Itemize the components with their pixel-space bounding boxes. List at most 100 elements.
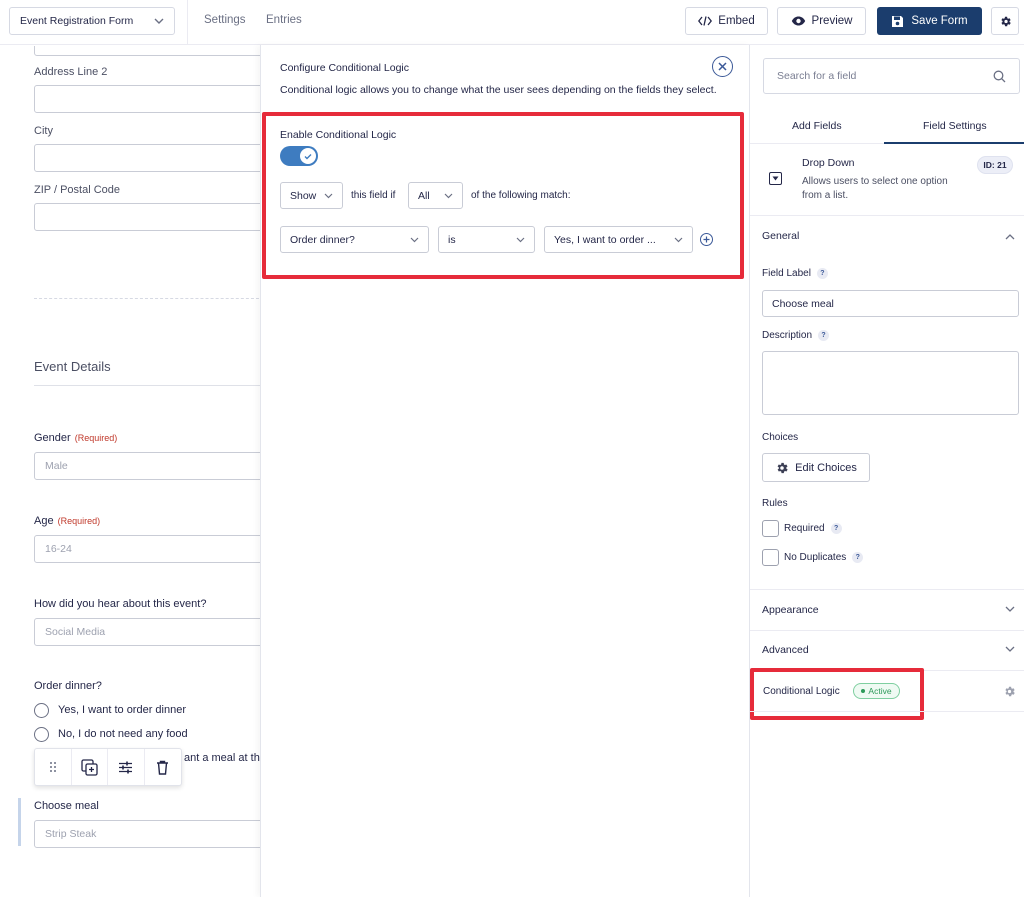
field-type-title: Drop Down: [802, 157, 855, 169]
dinner-label: Order dinner?: [34, 680, 102, 692]
trash-icon[interactable]: [145, 749, 181, 785]
active-tab-indicator: [884, 142, 1024, 144]
rule-field-select[interactable]: Order dinner?: [280, 226, 429, 253]
field-id-badge: ID: 21: [977, 156, 1013, 174]
field-label-input[interactable]: Choose meal: [762, 290, 1019, 317]
add-rule-icon[interactable]: [700, 233, 713, 246]
save-form-button[interactable]: Save Form: [877, 7, 982, 35]
embed-label: Embed: [718, 15, 755, 27]
duplicate-icon[interactable]: [72, 749, 108, 785]
chevron-down-icon: [324, 193, 333, 198]
hear-select[interactable]: Social Media: [34, 618, 260, 646]
appearance-section-title[interactable]: Appearance: [762, 604, 819, 616]
chevron-down-icon[interactable]: [1005, 606, 1015, 613]
radio-no[interactable]: [34, 727, 49, 742]
advanced-section-title[interactable]: Advanced: [762, 644, 809, 656]
address-line-2-input[interactable]: [34, 85, 260, 113]
hear-label: How did you hear about this event?: [34, 598, 207, 610]
form-selector[interactable]: Event Registration Form: [9, 7, 175, 35]
divider: [187, 0, 188, 45]
status-dot: [861, 689, 866, 693]
divider: [750, 630, 1024, 631]
city-input[interactable]: [34, 144, 260, 172]
help-icon: ?: [830, 523, 842, 534]
field-search-input[interactable]: Search for a field: [763, 58, 1020, 94]
rule-operator-select[interactable]: is: [438, 226, 535, 253]
gear-icon: [777, 462, 788, 473]
search-placeholder: Search for a field: [777, 70, 857, 82]
general-section-title[interactable]: General: [762, 230, 799, 242]
description-title: Description?: [762, 330, 830, 341]
preview-label: Preview: [811, 15, 853, 27]
gender-select[interactable]: Male: [34, 452, 260, 480]
age-select[interactable]: 16-24: [34, 535, 260, 563]
embed-button[interactable]: Embed: [685, 7, 768, 35]
this-field-if-text: this field if: [351, 190, 396, 201]
flyout-title: Configure Conditional Logic: [280, 62, 409, 74]
preview-button[interactable]: Preview: [777, 7, 866, 35]
choices-title: Choices: [762, 432, 799, 443]
radio-third-label: ant a meal at th: [184, 752, 260, 764]
gender-label: Gender (Required): [34, 432, 118, 444]
field-label: ZIP / Postal Code: [34, 184, 121, 196]
field-label: City: [34, 125, 53, 137]
rule-value-select[interactable]: Yes, I want to order ...: [544, 226, 693, 253]
divider: [750, 711, 1024, 712]
drag-handle-icon[interactable]: [35, 749, 72, 785]
tab-field-settings[interactable]: Field Settings: [923, 120, 987, 132]
radio-yes[interactable]: [34, 703, 49, 718]
conditional-logic-section-title[interactable]: Conditional Logic: [763, 686, 840, 697]
gear-icon[interactable]: [1003, 685, 1016, 698]
zip-input[interactable]: [34, 203, 260, 231]
choose-meal-select[interactable]: Strip Steak: [34, 820, 260, 848]
section-divider: [34, 385, 260, 386]
field-settings-panel: Search for a field Add Fields Field Sett…: [750, 45, 1024, 897]
chevron-up-icon[interactable]: [1005, 233, 1015, 240]
match-select[interactable]: All: [408, 182, 463, 209]
field-label-title: Field Label?: [762, 268, 828, 279]
address-line-1-input[interactable]: [34, 46, 260, 56]
enable-logic-label: Enable Conditional Logic: [280, 129, 397, 141]
chevron-down-icon: [444, 193, 453, 198]
following-match-text: of the following match:: [471, 190, 571, 201]
gear-icon: [1000, 16, 1011, 26]
choose-meal-label: Choose meal: [34, 800, 99, 812]
enable-logic-toggle[interactable]: [280, 146, 318, 166]
help-icon: ?: [816, 268, 828, 279]
eye-icon: [791, 16, 805, 26]
required-checkbox[interactable]: [762, 520, 779, 537]
save-form-label: Save Form: [911, 15, 968, 27]
radio-no-label: No, I do not need any food: [58, 728, 188, 740]
tab-settings[interactable]: Settings: [204, 14, 246, 26]
edit-choices-button[interactable]: Edit Choices: [762, 453, 870, 482]
sliders-icon[interactable]: [108, 749, 145, 785]
field-type-desc: Allows users to select one option: [802, 176, 948, 187]
chevron-down-icon: [154, 18, 164, 24]
form-canvas: Address Line 2 City ZIP / Postal Code Ev…: [0, 46, 260, 897]
divider: [750, 589, 1024, 590]
chevron-down-icon[interactable]: [1005, 646, 1015, 653]
tab-add-fields[interactable]: Add Fields: [792, 120, 842, 132]
help-icon: ?: [818, 330, 830, 341]
field-type-desc: from a list.: [802, 190, 849, 201]
dropdown-icon: [769, 172, 782, 185]
close-icon[interactable]: [712, 56, 733, 77]
flyout-description: Conditional logic allows you to change w…: [280, 84, 717, 96]
action-select[interactable]: Show: [280, 182, 343, 209]
active-badge: Active: [853, 683, 900, 699]
description-textarea[interactable]: [762, 351, 1019, 415]
selected-field-indicator: [18, 798, 21, 846]
tab-entries[interactable]: Entries: [266, 14, 302, 26]
page-break-divider: [34, 298, 260, 299]
save-icon: [892, 15, 904, 27]
field-toolbar: [34, 748, 182, 786]
section-title: Event Details: [34, 359, 111, 374]
age-label: Age (Required): [34, 515, 101, 527]
no-duplicates-checkbox[interactable]: [762, 549, 779, 566]
help-icon: ?: [852, 552, 864, 563]
conditional-logic-flyout: Configure Conditional Logic Conditional …: [260, 45, 750, 897]
chevron-down-icon: [410, 237, 419, 242]
required-label: (Required): [57, 516, 101, 526]
settings-button[interactable]: [991, 7, 1019, 35]
rules-title: Rules: [762, 498, 788, 509]
